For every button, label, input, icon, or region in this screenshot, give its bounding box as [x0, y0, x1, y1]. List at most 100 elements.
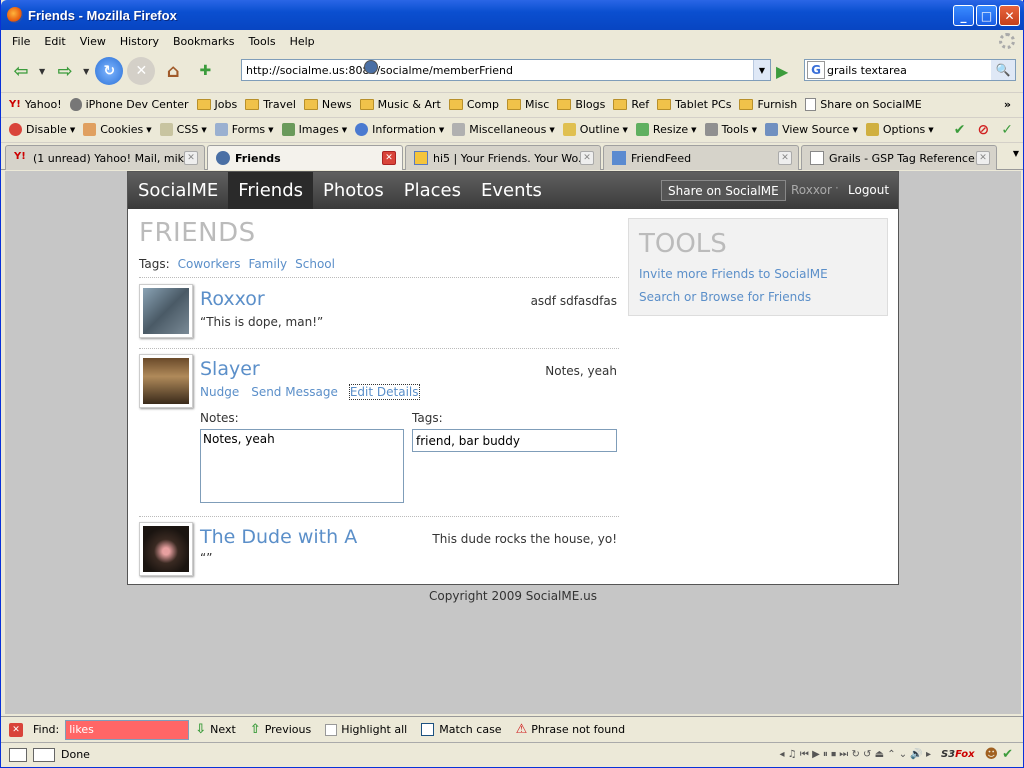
checkmark-icon[interactable]: ✔ [954, 122, 966, 138]
tab-close-icon[interactable]: ✕ [184, 151, 198, 165]
nav-events[interactable]: Events [471, 172, 552, 209]
dev-tools[interactable]: Tools ▼ [704, 123, 757, 136]
tab-yahoo-mail[interactable]: Y! (1 unread) Yahoo! Mail, mik... ✕ [5, 145, 205, 170]
tab-close-icon[interactable]: ✕ [580, 151, 594, 165]
url-input[interactable] [246, 63, 726, 77]
friend-name[interactable]: Roxxor [200, 288, 265, 310]
tab-close-icon[interactable]: ✕ [778, 151, 792, 165]
invite-friends-link[interactable]: Invite more Friends to SocialME [639, 267, 828, 281]
nav-friends[interactable]: Friends [228, 172, 314, 209]
tab-hi5[interactable]: hi5 | Your Friends. Your Wo... ✕ [405, 145, 601, 170]
friend-name[interactable]: Slayer [200, 358, 260, 380]
nudge-link[interactable]: Nudge [200, 385, 239, 399]
error-icon[interactable]: ⊘ [978, 122, 990, 138]
media-controls-icon[interactable]: ◂ ♫ ⏮ ▶ ⏸ ⏹ ⏭ ↻ ↺ ⏏ ⌃ ⌄ 🔊 ▸ [780, 749, 931, 760]
tab-friendfeed[interactable]: FriendFeed ✕ [603, 145, 799, 170]
dev-images[interactable]: Images ▼ [281, 123, 347, 136]
search-bar[interactable]: G 🔍 [804, 59, 1016, 81]
stop-icon[interactable]: ✕ [127, 57, 156, 85]
tab-close-icon[interactable]: ✕ [976, 151, 990, 165]
send-message-link[interactable]: Send Message [251, 385, 338, 399]
go-arrow-icon[interactable]: ▶ [776, 62, 788, 81]
search-input[interactable] [827, 63, 977, 77]
logout-link[interactable]: Logout [848, 183, 889, 197]
bookmark-folder-ref[interactable]: Ref [613, 98, 649, 111]
tab-close-icon[interactable]: ✕ [382, 151, 396, 165]
bookmark-folder-comp[interactable]: Comp [448, 98, 499, 111]
bookmark-yahoo[interactable]: Y! Yahoo! [9, 98, 62, 111]
status-pointer-icon[interactable] [33, 747, 55, 762]
bookmark-folder-jobs[interactable]: Jobs [196, 98, 237, 111]
back-arrow-icon[interactable]: ⇦ [7, 57, 35, 85]
status-ok-icon[interactable]: ✔ [1002, 747, 1013, 762]
status-panel-icon[interactable] [9, 747, 27, 762]
s3fox-icon[interactable]: S3Fox [941, 749, 975, 760]
maximize-button[interactable]: □ [976, 5, 997, 26]
dev-options[interactable]: Options ▼ [865, 123, 934, 136]
valid-icon[interactable]: ✓ [1001, 122, 1013, 138]
menu-view[interactable]: View [73, 35, 113, 48]
tag-link-family[interactable]: Family [249, 257, 288, 271]
bookmark-iphone-dev-center[interactable]: iPhone Dev Center [69, 98, 189, 111]
bookmark-folder-travel[interactable]: Travel [245, 98, 296, 111]
notes-textarea[interactable]: Notes, yeah [200, 429, 404, 503]
menu-tools[interactable]: Tools [241, 35, 282, 48]
dev-information[interactable]: Information ▼ [355, 123, 444, 136]
dev-miscellaneous[interactable]: Miscellaneous ▼ [452, 123, 555, 136]
google-engine-icon[interactable]: G [807, 61, 825, 79]
new-tab-icon[interactable]: ✚ [191, 57, 219, 85]
friend-name[interactable]: The Dude with A [200, 526, 357, 548]
bookmark-folder-furnish[interactable]: Furnish [739, 98, 797, 111]
dev-cookies[interactable]: Cookies ▼ [83, 123, 152, 136]
site-brand[interactable]: SocialME [128, 172, 228, 209]
menu-history[interactable]: History [113, 35, 166, 48]
tab-friends[interactable]: Friends ✕ [207, 145, 403, 170]
tags-input[interactable] [412, 429, 617, 452]
url-bar[interactable]: ▼ [241, 59, 771, 81]
bookmark-folder-music-art[interactable]: Music & Art [359, 98, 441, 111]
menu-help[interactable]: Help [283, 35, 322, 48]
bookmark-folder-misc[interactable]: Misc [506, 98, 549, 111]
find-previous-button[interactable]: ⇧ Previous [250, 722, 311, 737]
monkey-icon[interactable]: ☻ [985, 747, 999, 762]
dev-css[interactable]: CSS ▼ [159, 123, 207, 136]
menu-file[interactable]: File [5, 35, 37, 48]
friend-avatar[interactable] [139, 284, 193, 338]
url-history-dropdown-icon[interactable]: ▼ [753, 60, 770, 80]
back-dropdown-icon[interactable]: ▼ [39, 67, 45, 76]
dev-resize[interactable]: Resize ▼ [635, 123, 697, 136]
bookmark-share-on-socialme[interactable]: Share on SocialME [805, 98, 922, 111]
bookmark-folder-blogs[interactable]: Blogs [557, 98, 605, 111]
find-close-icon[interactable]: ✕ [9, 722, 23, 737]
tag-link-coworkers[interactable]: Coworkers [178, 257, 241, 271]
current-user[interactable]: Roxxor [791, 183, 832, 197]
nav-places[interactable]: Places [394, 172, 471, 209]
reload-icon[interactable]: ↻ [95, 57, 124, 85]
friend-avatar[interactable] [139, 354, 193, 408]
chevron-more-icon[interactable]: » [1004, 98, 1011, 111]
minimize-button[interactable]: _ [953, 5, 974, 26]
menu-edit[interactable]: Edit [37, 35, 72, 48]
tab-list-dropdown-icon[interactable]: ▼ [1013, 149, 1019, 158]
bookmark-folder-news[interactable]: News [303, 98, 352, 111]
forward-arrow-icon[interactable]: ⇨ [51, 57, 79, 85]
dev-outline[interactable]: Outline ▼ [562, 123, 628, 136]
search-browse-friends-link[interactable]: Search or Browse for Friends [639, 290, 811, 304]
match-case-checkbox[interactable]: Match case [421, 723, 502, 736]
dev-disable[interactable]: Disable ▼ [9, 123, 75, 136]
tab-grails-gsp[interactable]: Grails - GSP Tag Reference ✕ [801, 145, 997, 170]
dev-forms[interactable]: Forms ▼ [214, 123, 274, 136]
find-input[interactable] [65, 719, 190, 740]
dev-view-source[interactable]: View Source ▼ [765, 123, 858, 136]
friend-avatar[interactable] [139, 522, 193, 576]
forward-dropdown-icon[interactable]: ▼ [83, 67, 89, 76]
home-icon[interactable]: ⌂ [159, 57, 187, 85]
share-on-socialme-button[interactable]: Share on SocialME [661, 180, 786, 201]
search-icon[interactable]: 🔍 [991, 60, 1015, 80]
menu-bookmarks[interactable]: Bookmarks [166, 35, 241, 48]
close-button[interactable]: ✕ [999, 5, 1020, 26]
nav-photos[interactable]: Photos [313, 172, 394, 209]
find-next-button[interactable]: ⇩ Next [195, 722, 236, 737]
bookmark-folder-tablet-pcs[interactable]: Tablet PCs [657, 98, 731, 111]
edit-details-link[interactable]: Edit Details [348, 384, 420, 400]
